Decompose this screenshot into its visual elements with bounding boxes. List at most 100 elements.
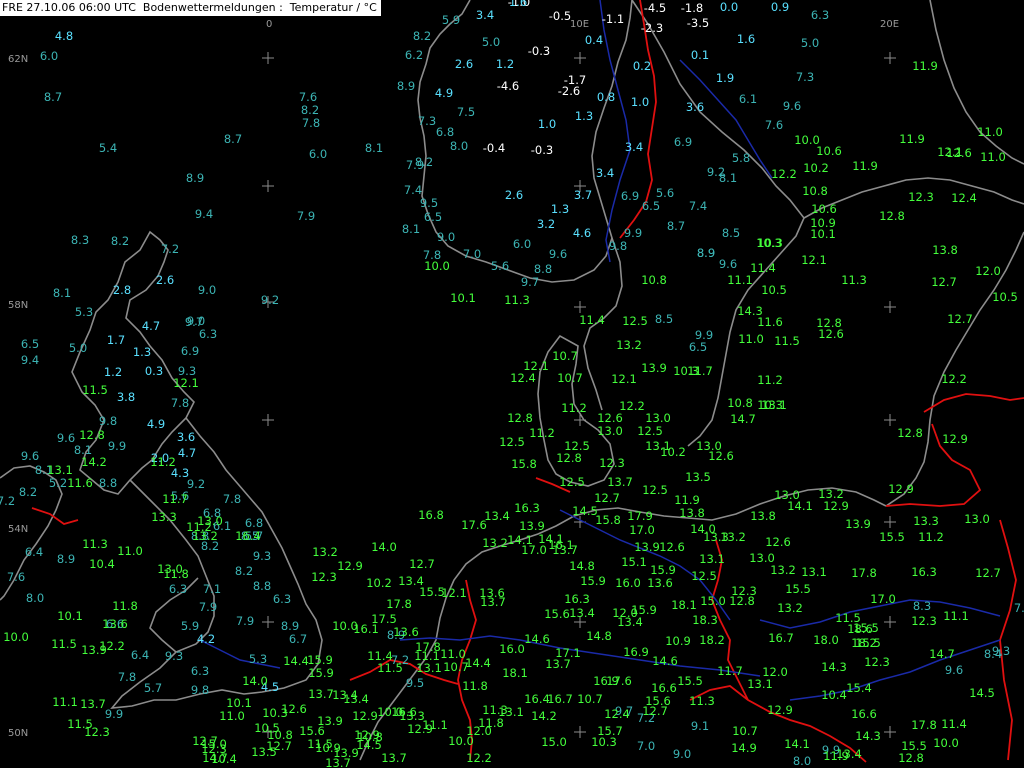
temperature-value: 13.9 (641, 361, 667, 375)
temperature-value: 13.1 (761, 398, 787, 412)
temperature-value: 9.8 (191, 683, 209, 697)
temperature-value: 4.7 (178, 446, 196, 460)
temperature-value: 10.3 (591, 735, 617, 749)
temperature-value: 2.6 (156, 273, 174, 287)
temperature-value: 11.8 (163, 567, 189, 581)
temperature-value: 8.2 (111, 234, 129, 248)
temperature-value: 0.3 (145, 364, 163, 378)
temperature-value: 16.0 (615, 576, 641, 590)
temperature-value: 11.3 (841, 273, 867, 287)
temperature-value: -3.5 (687, 16, 709, 30)
temperature-value: 10.5 (761, 283, 787, 297)
temperature-observations: -1.0-0.5 -1.1-4.5 -1.8-2.3 -3.5-0.3-4.6 -1.7… (0, 0, 1024, 768)
temperature-value: 7.3 (418, 114, 436, 128)
temperature-value: 13.8 (750, 509, 776, 523)
temperature-value: 13.6 (647, 576, 673, 590)
grid-cross (884, 414, 896, 426)
temperature-value: -2.3 (641, 21, 663, 35)
temperature-value: 6.9 (621, 189, 639, 203)
temperature-value: 11.5 (82, 383, 108, 397)
temperature-value: 12.2 (771, 167, 797, 181)
temperature-value: 8.9 (397, 79, 415, 93)
temperature-value: 12.7 (594, 491, 620, 505)
temperature-value: 3.2 (537, 217, 555, 231)
temperature-value: 14.0 (371, 540, 397, 554)
temperature-value: 15.5 (879, 530, 905, 544)
temperature-value: 1.7 (107, 333, 125, 347)
temperature-value: 7.8 (171, 396, 189, 410)
temperature-value: 14.1 (787, 499, 813, 513)
grid-cross (574, 301, 586, 313)
temperature-value: 15.5 (855, 636, 881, 650)
temperature-value: 14.4 (465, 656, 491, 670)
temperature-value: 10.2 (366, 576, 392, 590)
temperature-value: 0.0 (720, 0, 738, 14)
temperature-value: 8.2 (235, 564, 253, 578)
grid-cross (884, 52, 896, 64)
temperature-value: 13.2 (312, 545, 338, 559)
temperature-value: 7.3 (796, 70, 814, 84)
temperature-value: 4.9 (147, 417, 165, 431)
temperature-value: 9.3 (992, 644, 1010, 658)
temperature-value: 10.7 (577, 692, 603, 706)
temperature-value: 13.7 (308, 687, 334, 701)
temperature-value: 12.0 (975, 264, 1001, 278)
temperature-value: 6.7 (289, 632, 307, 646)
temperature-value: 11.0 (117, 544, 143, 558)
temperature-value: 6.0 (513, 237, 531, 251)
temperature-value: 6.8 (245, 516, 263, 530)
temperature-value: 7.0 (637, 739, 655, 753)
temperature-value: 11.3 (82, 537, 108, 551)
temperature-value: 15.5 (677, 674, 703, 688)
temperature-value: 5.3 (75, 305, 93, 319)
temperature-value: 10.8 (727, 396, 753, 410)
temperature-value: 10.7 (557, 371, 583, 385)
temperature-value: 12.1 (611, 372, 637, 386)
temperature-value: 7.8 (302, 116, 320, 130)
temperature-value: 10.1 (57, 609, 83, 623)
temperature-value: 12.1 (801, 253, 827, 267)
temperature-value: 5.8 (732, 151, 750, 165)
temperature-value: 12.9 (352, 709, 378, 723)
temperature-value: 10.6 (811, 202, 837, 216)
temperature-value: 5.9 (442, 13, 460, 27)
temperature-value: 12.2 (941, 372, 967, 386)
temperature-value: 1.2 (104, 365, 122, 379)
temperature-value: 9.2 (261, 293, 279, 307)
temperature-value: 9.6 (719, 257, 737, 271)
temperature-value: 12.2 (99, 639, 125, 653)
coastline-baltic (885, 231, 1024, 507)
temperature-value: 6.3 (811, 8, 829, 22)
temperature-value: 9.8 (99, 414, 117, 428)
temperature-value: 11.3 (689, 694, 715, 708)
temperature-value: 10.8 (641, 273, 667, 287)
temperature-value: 13.1 (47, 463, 73, 477)
temperature-value: 13.4 (617, 615, 643, 629)
grid-cross (574, 726, 586, 738)
temperature-value: 12.5 (642, 483, 668, 497)
grid-cross (262, 414, 274, 426)
temperature-value: 5.0 (801, 36, 819, 50)
longitude-label: 20E (880, 19, 899, 30)
temperature-value: 10.7 (552, 349, 578, 363)
temperature-value: 12.1 (173, 376, 199, 390)
temperature-value: 12.8 (507, 411, 533, 425)
temperature-value: 17.0 (521, 543, 547, 557)
temperature-value: 11.1 (52, 695, 78, 709)
temperature-value: 12.3 (599, 456, 625, 470)
temperature-value: 3.4 (596, 166, 614, 180)
temperature-value: 0.4 (585, 33, 603, 47)
temperature-value: 12.6 (818, 327, 844, 341)
temperature-value: 12.2 (619, 399, 645, 413)
temperature-value: 12.7 (975, 566, 1001, 580)
temperature-value: 13.1 (699, 552, 725, 566)
temperature-value: 8.7 (667, 219, 685, 233)
temperature-value: 12.2 (466, 751, 492, 765)
temperature-value: 10.0 (332, 619, 358, 633)
temperature-value: 13.4 (332, 688, 358, 702)
temperature-value: 13.4 (484, 509, 510, 523)
temperature-value: 15.9 (650, 563, 676, 577)
temperature-value: 7.2 (0, 494, 15, 508)
temperature-value: 7.9 (406, 158, 424, 172)
temperature-value: 13.6 (102, 617, 128, 631)
